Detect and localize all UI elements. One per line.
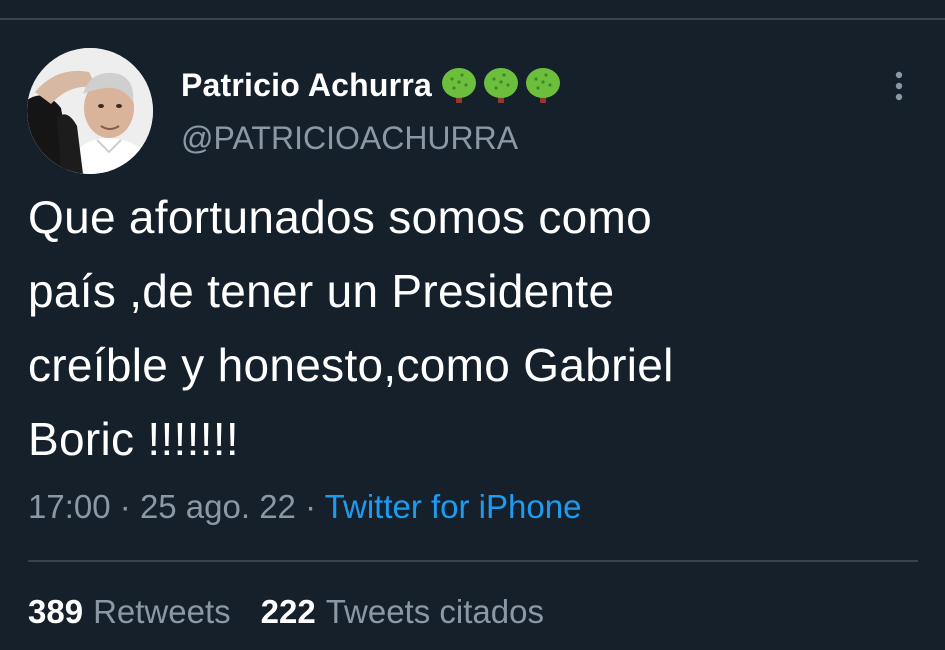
quotes-stat[interactable]: 222 Tweets citados bbox=[261, 593, 544, 631]
tree-icon bbox=[483, 68, 518, 103]
retweets-label: Retweets bbox=[93, 593, 231, 630]
name-emojis bbox=[436, 65, 562, 105]
quotes-label: Tweets citados bbox=[325, 593, 544, 630]
avatar-photo bbox=[27, 48, 153, 174]
author-name-row[interactable]: Patricio Achurra bbox=[181, 60, 562, 110]
tweet-source-link[interactable]: Twitter for iPhone bbox=[325, 488, 582, 525]
tree-icon bbox=[441, 68, 476, 103]
meta-separator: · bbox=[119, 488, 140, 525]
author-display-name[interactable]: Patricio Achurra bbox=[181, 67, 432, 104]
meta-separator: · bbox=[305, 488, 325, 525]
tweet-text: Que afortunados somos como país ,de tene… bbox=[28, 191, 674, 465]
tree-icon bbox=[525, 68, 560, 103]
tweet-meta: 17:00 · 25 ago. 22 · Twitter for iPhone bbox=[28, 488, 581, 526]
tweet-time[interactable]: 17:00 bbox=[28, 488, 111, 525]
retweets-count: 389 bbox=[28, 593, 84, 630]
author-handle[interactable]: @PATRICIOACHURRA bbox=[181, 120, 518, 157]
tweet-stats: 389 Retweets 222 Tweets citados bbox=[28, 593, 574, 631]
stats-divider bbox=[28, 560, 918, 562]
more-options-button[interactable] bbox=[884, 66, 914, 106]
avatar[interactable] bbox=[27, 48, 153, 174]
quotes-count: 222 bbox=[260, 593, 316, 630]
top-divider bbox=[0, 18, 945, 20]
more-vertical-icon bbox=[895, 71, 903, 101]
retweets-stat[interactable]: 389 Retweets bbox=[28, 593, 231, 631]
tweet-date[interactable]: 25 ago. 22 bbox=[140, 488, 296, 525]
